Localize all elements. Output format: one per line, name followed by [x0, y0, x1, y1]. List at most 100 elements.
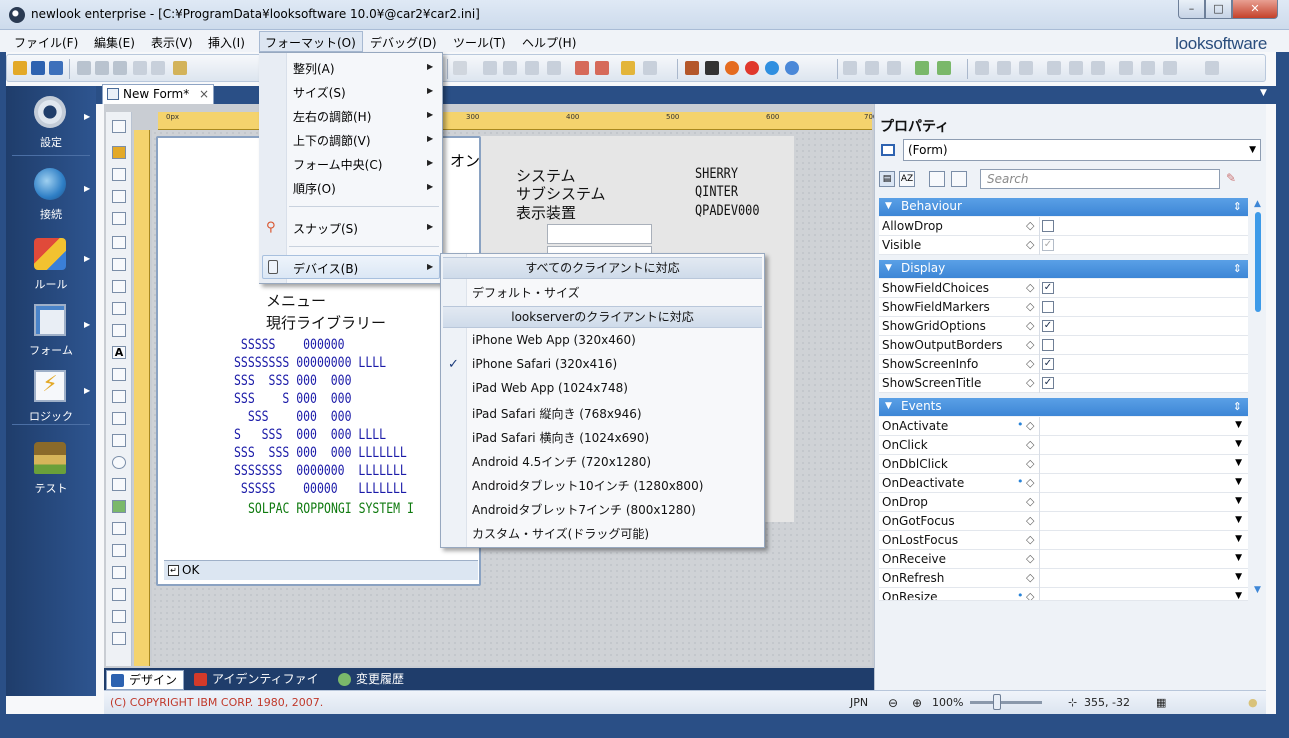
panel-tool-icon[interactable]	[112, 588, 126, 601]
chevron-down-icon[interactable]: ▼	[1235, 534, 1242, 544]
event-row[interactable]: OnResize • ◇ ▼	[879, 588, 1248, 601]
play-tool-icon[interactable]	[112, 412, 126, 425]
menu-item-align[interactable]: 整列(A)	[293, 60, 335, 77]
tab-identify[interactable]: アイデンティファイ	[190, 670, 330, 690]
nav-item-connect[interactable]: ▶ 接続	[6, 162, 96, 228]
category-behaviour[interactable]: ▼ Behaviour ⇕	[879, 198, 1248, 216]
menu-item-order[interactable]: 順序(O)	[293, 180, 336, 197]
object-selector[interactable]: (Form) ▼	[903, 139, 1261, 161]
undo-icon[interactable]	[133, 61, 147, 75]
save-all-icon[interactable]	[49, 61, 63, 75]
property-checkbox[interactable]: ✓	[1042, 358, 1054, 370]
nav-item-logic[interactable]: ⚡ ▶ ロジック	[6, 364, 96, 430]
zoom-out-icon[interactable]: ⊖	[888, 696, 898, 710]
property-row[interactable]: ShowOutputBorders ◇	[879, 336, 1248, 355]
menu-help[interactable]: ヘルプ(H)	[522, 34, 576, 51]
properties-scrollbar-thumb[interactable]	[1255, 212, 1261, 312]
layout4-icon[interactable]	[547, 61, 561, 75]
align3-icon[interactable]	[887, 61, 901, 75]
zoom-in-icon[interactable]: ⊕	[912, 696, 922, 710]
nav-item-form[interactable]: ▶ フォーム	[6, 298, 96, 364]
property-row[interactable]: ShowGridOptions ◇ ✓	[879, 317, 1248, 336]
menu-format[interactable]: フォーマット(O)	[265, 34, 356, 51]
minimize-button[interactable]: –	[1178, 0, 1205, 19]
align-icon[interactable]	[843, 61, 857, 75]
grid-tool-icon[interactable]	[112, 280, 126, 293]
ie-icon[interactable]	[765, 61, 779, 75]
chevron-down-icon[interactable]: ▼	[1235, 439, 1242, 449]
menu-item-device-size[interactable]: iPhone Web App (320x460)	[472, 333, 636, 347]
tab-history[interactable]: 変更履歴	[334, 670, 414, 690]
menu-item-device-size[interactable]: Androidタブレット7インチ (800x1280)	[472, 501, 696, 518]
property-icon[interactable]	[929, 171, 945, 187]
frame-icon[interactable]	[685, 61, 699, 75]
menu-item-size[interactable]: サイズ(S)	[293, 84, 346, 101]
menu-item-center-in-form[interactable]: フォーム中央(C)	[293, 156, 382, 173]
tab-new-form[interactable]: New Form* ×	[102, 84, 214, 104]
property-row[interactable]: ShowFieldMarkers ◇	[879, 298, 1248, 317]
redo-icon[interactable]	[151, 61, 165, 75]
nav-item-test[interactable]: テスト	[6, 436, 96, 502]
chevron-down-icon[interactable]: ▼	[1235, 477, 1242, 487]
save-icon[interactable]	[31, 61, 45, 75]
layout-icon[interactable]	[483, 61, 497, 75]
property-checkbox[interactable]: ✓	[1042, 377, 1054, 389]
ok-button[interactable]: ↵ OK	[164, 560, 478, 580]
pointer-tool-icon[interactable]	[112, 120, 126, 133]
checkbox-tool-icon[interactable]	[112, 168, 126, 181]
event-row[interactable]: OnActivate • ◇ ▼	[879, 417, 1248, 436]
spacing-icon[interactable]	[1205, 61, 1219, 75]
menu-view[interactable]: 表示(V)	[151, 34, 193, 51]
event-row[interactable]: OnDblClick ◇ ▼	[879, 455, 1248, 474]
property-checkbox[interactable]	[1042, 339, 1054, 351]
menu-item-device-size[interactable]: iPhone Safari (320x416)	[472, 357, 617, 371]
arrow-right-icon[interactable]	[621, 61, 635, 75]
tab-close-icon[interactable]: ×	[199, 85, 209, 103]
chevron-down-icon[interactable]: ▼	[1235, 553, 1242, 563]
property-row[interactable]: ShowScreenInfo ◇ ✓	[879, 355, 1248, 374]
size3-icon[interactable]	[1163, 61, 1177, 75]
label-tool-icon[interactable]	[112, 212, 126, 225]
grid-add-icon[interactable]	[915, 61, 929, 75]
dist6-icon[interactable]	[1091, 61, 1105, 75]
dist-icon[interactable]	[975, 61, 989, 75]
close-button[interactable]: ✕	[1232, 0, 1278, 19]
menu-file[interactable]: ファイル(F)	[14, 34, 78, 51]
grid-icon[interactable]: ▦	[1156, 696, 1166, 709]
chevron-down-icon[interactable]: ▼	[1235, 458, 1242, 468]
menu-item-default-size[interactable]: デフォルト・サイズ	[472, 284, 580, 301]
chevron-down-icon[interactable]: ▼	[1235, 496, 1242, 506]
input-field[interactable]	[547, 224, 652, 244]
safari-icon[interactable]	[785, 61, 799, 75]
property-checkbox[interactable]: ✓	[1042, 320, 1054, 332]
grid2-tool-icon[interactable]	[112, 434, 126, 447]
menu-tool-icon[interactable]	[112, 258, 126, 271]
menu-item-vertical-spacing[interactable]: 上下の調節(V)	[293, 132, 371, 149]
chrome-icon[interactable]	[745, 61, 759, 75]
tree-tool-icon[interactable]	[112, 236, 126, 249]
size2-icon[interactable]	[1141, 61, 1155, 75]
menu-tools[interactable]: ツール(T)	[453, 34, 506, 51]
dist3-icon[interactable]	[1019, 61, 1033, 75]
menu-insert[interactable]: 挿入(I)	[208, 34, 245, 51]
record-icon[interactable]	[575, 61, 589, 75]
calendar-tool-icon[interactable]	[112, 302, 126, 315]
link-icon[interactable]	[643, 61, 657, 75]
list-tool-icon[interactable]	[112, 190, 126, 203]
menu-item-device-size[interactable]: iPad Web App (1024x748)	[472, 381, 628, 395]
chevron-down-icon[interactable]: ▼	[1235, 420, 1242, 430]
frame-tool-icon[interactable]	[112, 478, 126, 491]
firefox-icon[interactable]	[725, 61, 739, 75]
radio-tool-icon[interactable]	[112, 368, 126, 381]
property-search-input[interactable]: Search	[980, 169, 1220, 189]
category-toggle-icon[interactable]: ⇕	[1233, 198, 1242, 215]
table-tool-icon[interactable]	[112, 390, 126, 403]
menu-item-device-size[interactable]: Androidタブレット10インチ (1280x800)	[472, 477, 703, 494]
property-row[interactable]: ShowScreenTitle ◇ ✓	[879, 374, 1248, 393]
category-display[interactable]: ▼ Display ⇕	[879, 260, 1248, 278]
nav-item-rules[interactable]: ▶ ルール	[6, 232, 96, 298]
zoom-slider[interactable]	[970, 701, 1042, 704]
menu-item-device-size[interactable]: Android 4.5インチ (720x1280)	[472, 453, 651, 470]
menu-item-device-size[interactable]: iPad Safari 横向き (1024x690)	[472, 429, 649, 446]
event-row[interactable]: OnReceive ◇ ▼	[879, 550, 1248, 569]
